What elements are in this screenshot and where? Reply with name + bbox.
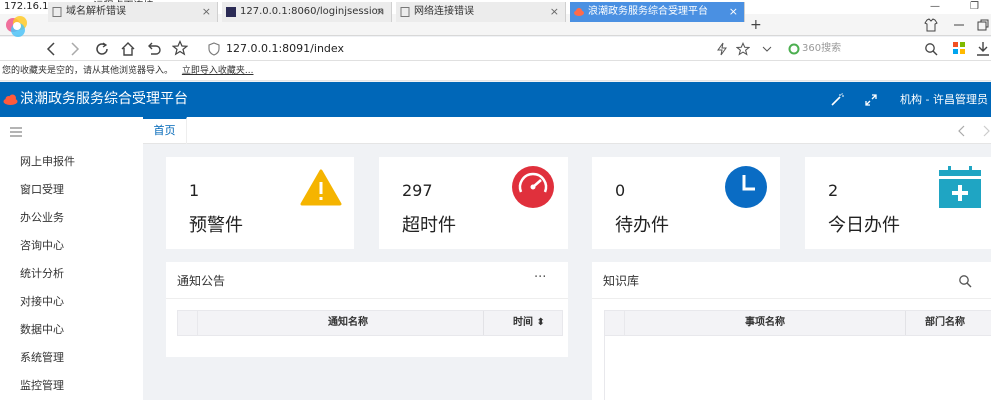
- minimize-window-icon[interactable]: [952, 18, 966, 32]
- sidebar-item-monitoring[interactable]: 监控管理: [20, 377, 64, 393]
- stat-card-pending[interactable]: 0 待办件: [592, 157, 780, 249]
- search-icon[interactable]: [924, 42, 938, 56]
- magic-wand-icon[interactable]: [830, 93, 844, 107]
- stat-card-overdue[interactable]: 297 超时件: [379, 157, 568, 249]
- tab-platform-active[interactable]: 浪潮政务服务综合受理平台 ×: [570, 2, 745, 22]
- close-tab-icon[interactable]: ×: [202, 2, 211, 22]
- stat-value: 2: [828, 181, 839, 200]
- menu-toggle-icon[interactable]: [9, 126, 23, 138]
- import-bookmarks-link[interactable]: 立即导入收藏夹...: [182, 66, 254, 76]
- app-header: 浪潮政务服务综合受理平台 机构 - 许昌管理员: [0, 82, 991, 117]
- apps-grid-icon[interactable]: [952, 41, 966, 55]
- tab-label: 127.0.0.1:8060/loginjsession: [240, 6, 385, 17]
- stat-label: 预警件: [189, 215, 243, 236]
- column-divider: [483, 311, 484, 335]
- stat-value: 297: [402, 181, 433, 200]
- row-select-header: [178, 311, 198, 335]
- bookmark-star-icon[interactable]: [736, 42, 750, 56]
- home-icon[interactable]: [120, 41, 136, 57]
- sidebar-item-consultation-center[interactable]: 咨询中心: [20, 237, 64, 253]
- lightning-icon[interactable]: [716, 42, 728, 56]
- tab-label: 浪潮政务服务综合受理平台: [588, 6, 708, 17]
- tab-network-error[interactable]: 网络连接错误 ×: [396, 2, 566, 22]
- cloud-logo-icon: [3, 94, 18, 105]
- column-divider: [905, 311, 906, 335]
- browser-address-bar: 127.0.0.1:8091/index 360搜索: [0, 37, 991, 61]
- content-tab-bar: 首页: [143, 117, 991, 144]
- tab-login-session[interactable]: 127.0.0.1:8060/loginjsession ×: [222, 2, 392, 22]
- restore-button[interactable]: ❐: [970, 0, 979, 14]
- page-icon: [400, 7, 410, 17]
- notice-panel: 通知公告 ··· 通知名称 时间 ⬍: [166, 262, 568, 357]
- search-icon[interactable]: [958, 274, 972, 288]
- search-engine-icon: [788, 43, 800, 55]
- back-icon[interactable]: [44, 41, 58, 57]
- stat-label: 今日办件: [828, 215, 900, 236]
- app-title: 浪潮政务服务综合受理平台: [20, 91, 188, 107]
- column-time-sortable[interactable]: 时间 ⬍: [513, 311, 545, 335]
- row-select-header: [605, 311, 625, 335]
- url-field[interactable]: 127.0.0.1:8091/index: [226, 41, 344, 57]
- forward-icon[interactable]: [68, 41, 82, 57]
- stat-value: 1: [189, 181, 200, 200]
- new-tab-button[interactable]: +: [750, 14, 762, 36]
- tab-dns-error[interactable]: 域名解析错误 ×: [48, 2, 218, 22]
- user-info[interactable]: 机构 - 许昌管理员: [900, 82, 988, 117]
- close-tab-icon[interactable]: ×: [376, 2, 385, 22]
- clock-icon: [725, 166, 767, 208]
- sidebar-item-data-center[interactable]: 数据中心: [20, 321, 64, 337]
- more-menu-icon[interactable]: ···: [534, 270, 546, 285]
- reload-icon[interactable]: [94, 41, 110, 57]
- shirt-icon[interactable]: [924, 18, 938, 32]
- tab-scroll-left-icon[interactable]: [957, 125, 967, 137]
- stat-label: 待办件: [615, 215, 669, 236]
- tab-home[interactable]: 首页: [143, 117, 187, 144]
- tab-label: 网络连接错误: [414, 6, 474, 17]
- download-icon[interactable]: [976, 41, 990, 57]
- close-tab-icon[interactable]: ×: [729, 2, 738, 22]
- knowledge-table-header: 事项名称 部门名称: [604, 310, 991, 336]
- sidebar-item-office-business[interactable]: 办公业务: [20, 209, 64, 225]
- knowledge-panel: 知识库 事项名称 部门名称: [592, 262, 991, 400]
- column-item-name[interactable]: 事项名称: [745, 311, 785, 335]
- notice-table-header: 通知名称 时间 ⬍: [177, 310, 563, 336]
- notice-panel-title: 通知公告: [177, 274, 226, 288]
- sidebar-item-statistics[interactable]: 统计分析: [20, 265, 64, 281]
- tab-scroll-right-icon[interactable]: [981, 125, 991, 137]
- knowledge-panel-header: [592, 262, 991, 299]
- security-shield-icon[interactable]: [208, 42, 220, 56]
- cloud-icon: [574, 8, 584, 16]
- sidebar-item-online-applications[interactable]: 网上申报件: [20, 153, 75, 169]
- notice-panel-header: [166, 262, 568, 299]
- site-icon: [226, 7, 236, 17]
- warning-icon: [300, 169, 342, 206]
- sidebar-item-window-acceptance[interactable]: 窗口受理: [20, 181, 64, 197]
- chevron-down-icon[interactable]: [762, 45, 772, 53]
- knowledge-panel-title: 知识库: [603, 274, 640, 288]
- favorite-star-icon[interactable]: [172, 40, 188, 56]
- bookmarks-bar: 您的收藏夹是空的，请从其他浏览器导入。 立即导入收藏夹...: [0, 61, 991, 81]
- stat-card-today[interactable]: 2 今日办件: [805, 157, 991, 249]
- bookmarks-empty-notice: 您的收藏夹是空的，请从其他浏览器导入。: [2, 66, 174, 76]
- minimize-button[interactable]: —: [930, 0, 940, 14]
- stat-value: 0: [615, 181, 626, 200]
- page-icon: [52, 7, 62, 17]
- column-department[interactable]: 部门名称: [925, 311, 965, 335]
- stat-card-warning[interactable]: 1 预警件: [166, 157, 354, 249]
- sidebar-item-system-management[interactable]: 系统管理: [20, 349, 64, 365]
- sidebar: 网上申报件 窗口受理 办公业务 咨询中心 统计分析 对接中心 数据中心 系统管理…: [0, 117, 143, 400]
- undo-icon[interactable]: [146, 41, 162, 57]
- browser-logo-icon: [6, 16, 27, 37]
- speedometer-icon: [512, 166, 554, 208]
- stat-label: 超时件: [402, 215, 456, 236]
- tab-label: 域名解析错误: [66, 6, 126, 17]
- sidebar-item-integration-center[interactable]: 对接中心: [20, 293, 64, 309]
- restore-window-icon[interactable]: [976, 18, 990, 32]
- calendar-add-icon: [939, 166, 981, 208]
- knowledge-table-body: [604, 336, 991, 400]
- column-notice-name[interactable]: 通知名称: [328, 311, 368, 335]
- close-tab-icon[interactable]: ×: [550, 2, 559, 22]
- fullscreen-icon[interactable]: [864, 93, 878, 107]
